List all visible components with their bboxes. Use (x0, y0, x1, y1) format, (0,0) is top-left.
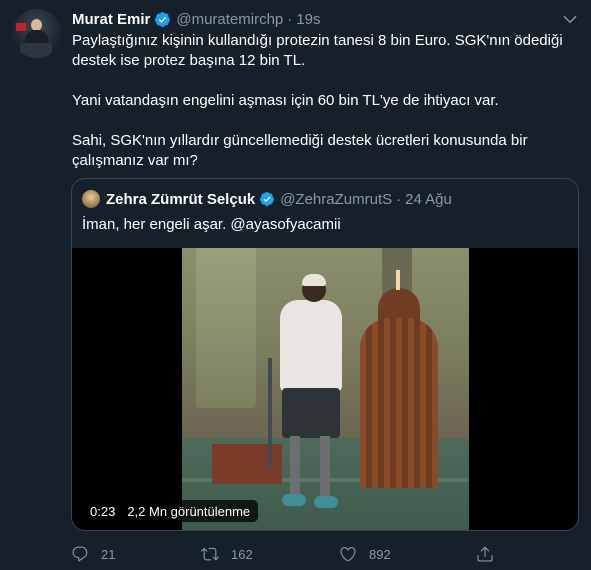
tweet-time[interactable]: 19s (296, 11, 320, 28)
video-duration: 0:23 (90, 503, 116, 519)
share-icon (477, 546, 493, 562)
retweet-button[interactable]: 162 (201, 543, 253, 565)
tweet[interactable]: Murat Emir @muratemirchp · 19s Paylaştığ… (0, 0, 591, 570)
retweet-count: 162 (231, 546, 253, 562)
author-name[interactable]: Murat Emir (72, 11, 150, 28)
share-button[interactable] (476, 543, 494, 565)
quoted-tweet-header: Zehra Zümrüt Selçuk @ZehraZumrutS · 24 A… (82, 190, 452, 208)
quoted-author-handle[interactable]: @ZehraZumrutS (280, 191, 392, 208)
like-icon (340, 547, 356, 562)
avatar-flag (16, 23, 26, 31)
tweet-paragraph-1: Paylaştığınız kişinin kullandığı protezi… (72, 32, 563, 69)
video-player[interactable]: 0:23 2,2 Mn görüntülenme (72, 248, 578, 530)
like-button[interactable]: 892 (339, 543, 391, 565)
header-separator: · (287, 10, 293, 28)
quoted-tweet-text: İman, her engeli aşar. @ayasofyacamii (82, 216, 341, 233)
tweet-header: Murat Emir @muratemirchp · 19s (72, 9, 320, 29)
video-crutch (268, 358, 272, 468)
video-shoe-right (314, 496, 338, 508)
quoted-tweet[interactable]: Zehra Zümrüt Selçuk @ZehraZumrutS · 24 A… (71, 178, 579, 531)
tweet-text: Paylaştığınız kişinin kullandığı protezi… (72, 31, 572, 171)
avatar-podium (20, 43, 52, 58)
like-count: 892 (369, 546, 391, 562)
video-prosthetic-left (290, 436, 300, 496)
video-frame (182, 248, 469, 530)
video-wall (196, 248, 256, 408)
video-info-badge: 0:23 2,2 Mn görüntülenme (84, 500, 259, 522)
video-shoe-left (282, 494, 306, 506)
verified-badge-icon (260, 192, 275, 206)
quoted-tweet-time[interactable]: 24 Ağu (405, 191, 452, 208)
reply-count: 21 (101, 546, 116, 562)
reply-icon (72, 546, 88, 562)
tweet-paragraph-2: Yani vatandaşın engelini aşması için 60 … (72, 92, 499, 109)
reply-button[interactable]: 21 (71, 543, 115, 565)
video-candle (396, 270, 400, 290)
video-views: 2,2 Mn görüntülenme (127, 503, 251, 519)
video-cabinet (360, 318, 438, 488)
quoted-avatar[interactable] (82, 190, 100, 208)
quoted-author-name[interactable]: Zehra Zümrüt Selçuk (106, 191, 255, 208)
video-person-shorts (282, 388, 340, 438)
video-person-shirt (280, 300, 342, 392)
video-prosthetic-right (320, 436, 330, 498)
avatar[interactable] (12, 9, 61, 58)
tweet-actions: 21 162 892 (71, 543, 511, 565)
verified-badge-icon (155, 11, 171, 27)
author-handle[interactable]: @muratemirchp (176, 11, 283, 28)
tweet-paragraph-3: Sahi, SGK'nın yıllardır güncellemediği d… (72, 132, 528, 169)
quoted-header-separator: · (396, 190, 402, 208)
retweet-icon (201, 547, 219, 561)
video-person-cap (302, 274, 326, 286)
chevron-down-icon[interactable] (561, 10, 579, 28)
